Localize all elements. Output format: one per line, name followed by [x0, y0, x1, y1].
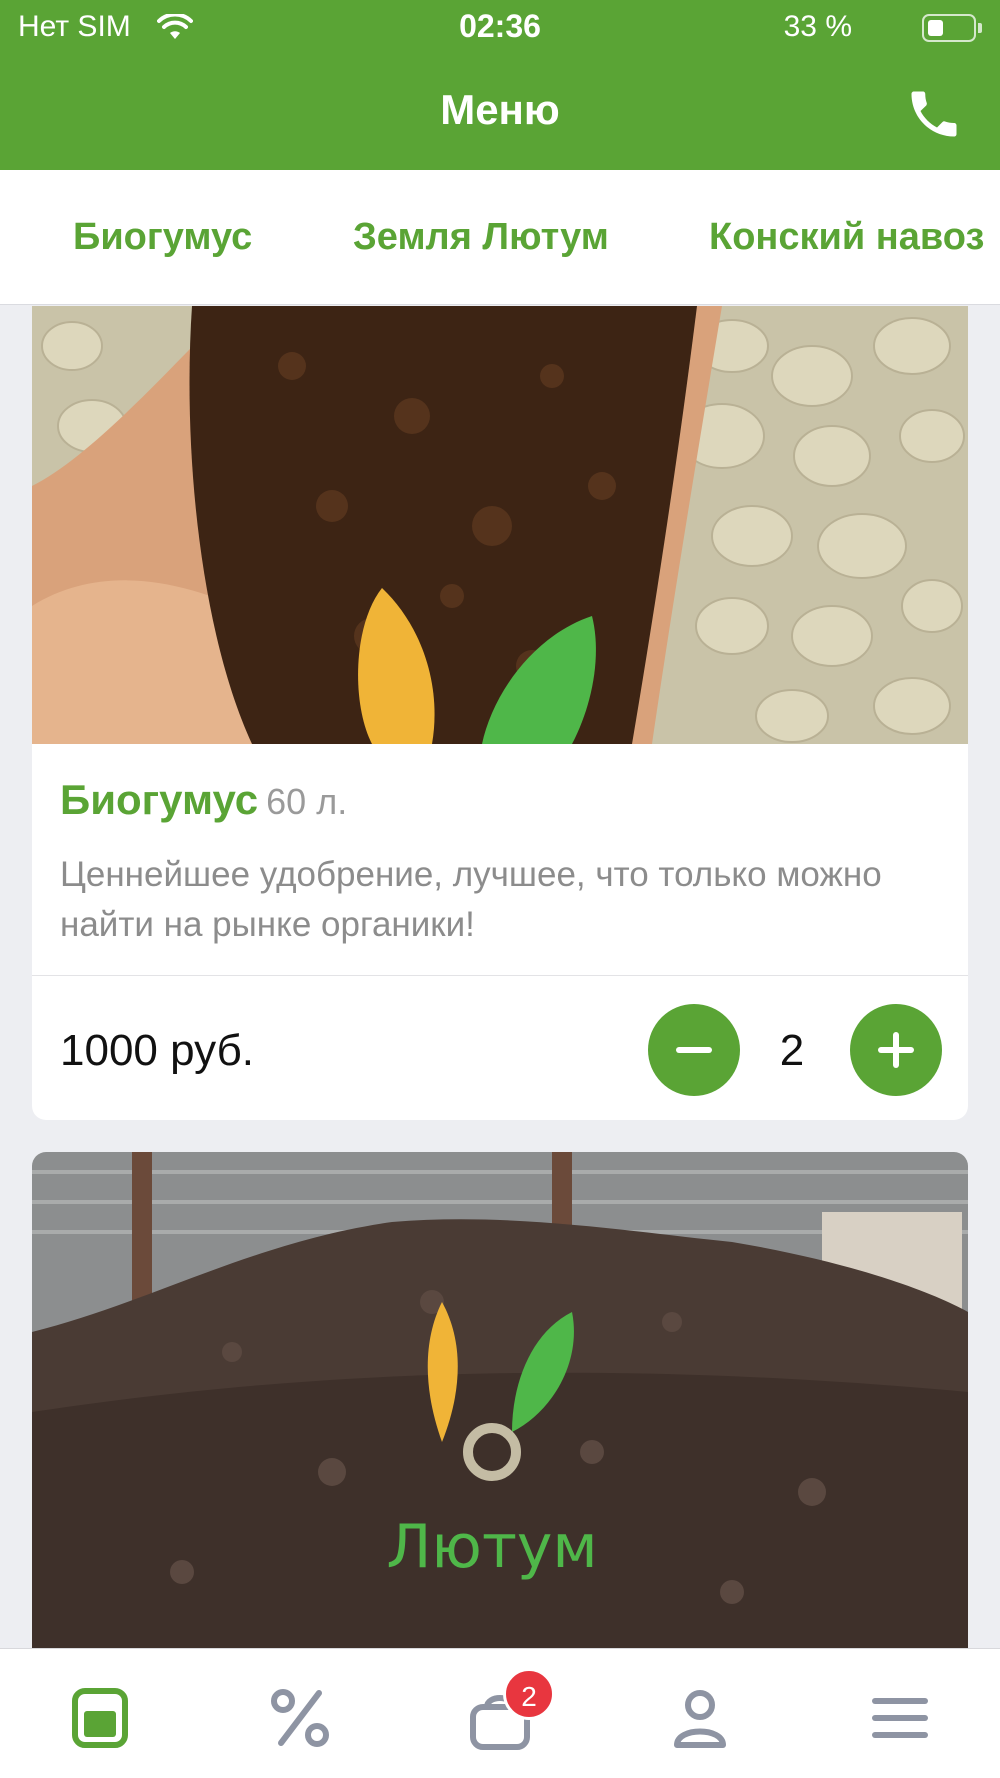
card-divider [32, 975, 968, 976]
decrease-quantity-button[interactable] [648, 1004, 740, 1096]
product-price: 1000 руб. [60, 1026, 255, 1075]
bottom-tab-bar [0, 1648, 1000, 1778]
product-name: Биогумус [60, 776, 259, 823]
top-bar: Нет SIM 02:36 33 % Меню [0, 0, 1000, 170]
battery-level [928, 20, 943, 36]
product-image [32, 306, 968, 744]
more-icon[interactable] [865, 1683, 935, 1753]
product-title: Биогумус 60 л. [60, 776, 347, 824]
tab-biogumus[interactable]: Биогумус [73, 216, 252, 259]
product-volume: 60 л. [266, 781, 348, 822]
battery-icon [922, 14, 982, 42]
product-description: Ценнейшее удобрение, лучшее, что только … [60, 855, 882, 944]
discount-icon[interactable] [265, 1683, 335, 1753]
phone-icon[interactable] [904, 84, 964, 144]
tab-zemlya-lyutum[interactable]: Земля Лютум [353, 216, 609, 259]
status-bar: Нет SIM 02:36 33 % [0, 0, 1000, 56]
quantity-value: 2 [779, 1026, 805, 1075]
page-title: Меню [440, 86, 560, 133]
screen: Нет SIM 02:36 33 % Меню Биогумус Земля Л… [0, 0, 1000, 1778]
status-battery-percent: 33 % [783, 10, 852, 43]
minus-icon [676, 1047, 712, 1053]
tab-konskiy-navoz[interactable]: Конский навоз [709, 216, 984, 259]
category-tabs: Биогумус Земля Лютум Конский навоз [0, 170, 1000, 305]
product-card[interactable]: Биогумус 60 л. Ценнейшее удобрение, лучше… [32, 306, 968, 1120]
menu-icon[interactable] [65, 1683, 135, 1753]
profile-icon[interactable] [665, 1683, 735, 1753]
increase-quantity-button[interactable] [850, 1004, 942, 1096]
cart-badge: 2 [503, 1668, 555, 1720]
brand-logo-text: Лютум [386, 1512, 598, 1582]
